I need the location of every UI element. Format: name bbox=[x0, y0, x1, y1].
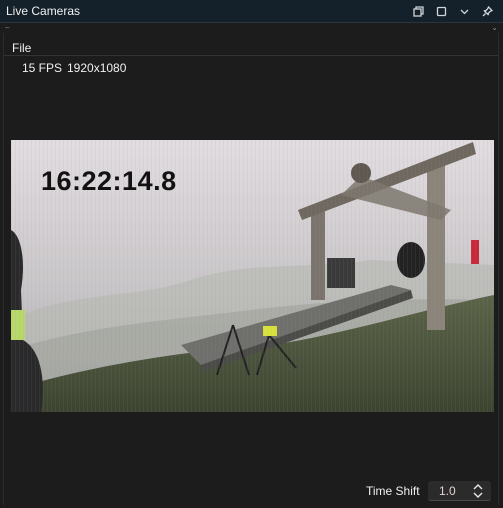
title-bar: Live Cameras bbox=[0, 0, 503, 23]
menu-bar: File bbox=[4, 38, 498, 56]
window-title: Live Cameras bbox=[6, 4, 81, 18]
timeshift-value[interactable]: 1.0 bbox=[439, 484, 456, 498]
pin-icon[interactable] bbox=[476, 3, 499, 20]
resolution-readout: 1920x1080 bbox=[67, 61, 127, 75]
maximize-icon[interactable] bbox=[430, 3, 453, 20]
restore-icon[interactable] bbox=[407, 3, 430, 20]
dock-icon[interactable]: ⌄ bbox=[491, 23, 498, 33]
timeshift-spinbox[interactable]: 1.0 bbox=[428, 481, 491, 501]
chevron-down-icon[interactable] bbox=[453, 3, 476, 20]
resize-strip: – ⌄ bbox=[0, 23, 503, 33]
timeshift-label: Time Shift bbox=[366, 484, 420, 498]
window-controls bbox=[407, 3, 499, 20]
collapse-icon[interactable]: – bbox=[5, 23, 9, 33]
fps-readout: 15 FPS bbox=[22, 61, 63, 75]
video-timestamp: 16:22:14.8 bbox=[41, 166, 177, 196]
menu-file[interactable]: File bbox=[12, 41, 31, 55]
up-down-chevron-icon[interactable] bbox=[472, 483, 484, 499]
